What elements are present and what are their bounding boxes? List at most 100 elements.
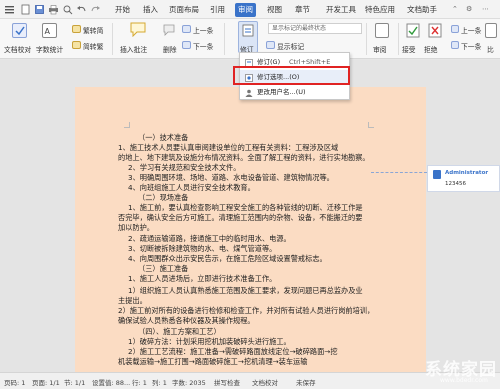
- menu-item-label: 修订(G): [257, 58, 281, 66]
- new-file-icon[interactable]: [20, 4, 31, 15]
- doc-line: （二）现场准备: [138, 193, 189, 202]
- preview-icon[interactable]: [62, 4, 73, 15]
- review-pane-icon: [375, 23, 389, 38]
- doc-proof-label: 文档校对: [4, 46, 32, 54]
- comment-text: 123456: [445, 181, 466, 187]
- status-col: 列: 1: [152, 379, 167, 387]
- undo-icon[interactable]: [76, 4, 87, 15]
- doc-line: 机装载运输→施工打围→路面破碎施工→挖机清理→装车运输: [118, 357, 308, 366]
- watermark-url: www.bdedr.com: [440, 377, 488, 384]
- trad-icon: [72, 25, 81, 33]
- comment-icon: [130, 22, 146, 38]
- tab-doc-assistant[interactable]: 文档助手: [404, 3, 440, 17]
- show-markup-label: 显示标记: [277, 43, 305, 51]
- ribbon-separator: [224, 23, 225, 55]
- doc-line: 4、向班组施工人员进行安全技术教育。: [128, 183, 255, 192]
- comment-balloon[interactable]: Administrator 123456: [427, 165, 500, 192]
- doc-line: 2）施工前对所有的设备进行检修和检查工作，并对所有试验人员进行岗前培训，: [118, 306, 375, 315]
- doc-line: 主提出。: [118, 296, 147, 305]
- prev-comment-icon: [182, 25, 191, 33]
- status-spell-check[interactable]: 拼写检查: [214, 377, 240, 387]
- prev-change-label: 上一条: [461, 27, 482, 35]
- next-comment-icon: [182, 41, 191, 49]
- tab-review[interactable]: 审阅: [235, 3, 256, 17]
- status-pages: 页面: 1/1: [32, 379, 60, 387]
- track-icon: [245, 58, 253, 67]
- status-words[interactable]: 字数: 2035: [172, 377, 206, 387]
- tab-features[interactable]: 特色应用: [362, 3, 398, 17]
- doc-line: 1）组织施工人员认真熟悉施工范围及施工要求，发现问题已再总监办及业: [128, 286, 363, 295]
- reject-label: 拒绝: [424, 46, 438, 54]
- word-count-label: 字数统计: [36, 46, 64, 54]
- tab-bar: 开始 插入 页面布局 引用 审阅 视图 章节 开发工具 特色应用 文档助手 ⌃ …: [0, 0, 500, 19]
- status-unsaved: 未保存: [296, 379, 316, 387]
- status-page: 页码: 1: [4, 379, 26, 387]
- crop-mark: [124, 122, 130, 128]
- menu-item-change-username[interactable]: 更改用户名...(U): [240, 85, 349, 99]
- doc-line: 确保试验人员熟悉各种仪器及其操作规程。: [118, 316, 255, 325]
- reject-icon: [428, 23, 442, 38]
- next-change-icon: [451, 41, 459, 49]
- doc-line: （四）、施工方案和工艺）: [138, 327, 221, 336]
- crop-mark: [368, 122, 374, 128]
- compare-label: 比: [487, 46, 494, 54]
- compare-icon: [485, 23, 497, 38]
- track-changes-icon: [242, 24, 254, 37]
- ribbon-separator: [398, 23, 399, 55]
- doc-line: 2、疏通运输道路，接通施工中的临时用水、电源。: [128, 234, 291, 243]
- settings-icon[interactable]: ⚙: [466, 5, 472, 13]
- doc-line: 1、施工人员进场后，立即进行技术准备工作。: [128, 274, 277, 283]
- review-pane-label: 审阅: [373, 46, 387, 54]
- doc-line: 1、施工前，要认真检查影响工程安全施工的各种管线的切断、迁移工作是: [128, 203, 363, 212]
- doc-line: 否完毕，确认安全后方可施工。清理施工范围内的杂物、设备，不能搬迁的要: [118, 213, 363, 222]
- comment-author: Administrator: [445, 170, 489, 176]
- doc-line: 的地上、地下建筑及设施分布情况资料。全面了解工程的资料，进行实地勘察。: [118, 153, 370, 162]
- tab-sections[interactable]: 章节: [292, 3, 313, 17]
- doc-proof-icon: [12, 23, 27, 38]
- save-icon[interactable]: [34, 4, 45, 15]
- delete-label: 删除: [163, 46, 177, 54]
- more-icon[interactable]: ⋯: [482, 5, 489, 13]
- simp-label: 简转繁: [83, 43, 104, 51]
- doc-line: （一）技术准备: [138, 133, 189, 142]
- accept-icon: [406, 23, 420, 38]
- highlight-box: [233, 66, 350, 85]
- word-count-icon: A: [42, 23, 57, 38]
- author-avatar-icon: [433, 170, 441, 179]
- doc-line: （三）施工准备: [138, 264, 189, 273]
- user-icon: [245, 88, 253, 97]
- next-change-label: 下一条: [461, 43, 482, 51]
- doc-line: 3、切断被拆除建筑物的水、电、煤气管道等。: [128, 244, 277, 253]
- menu-icon[interactable]: [4, 4, 15, 15]
- print-icon[interactable]: [48, 4, 59, 15]
- simp-icon: [72, 41, 81, 49]
- delete-comment-icon: [163, 24, 175, 36]
- prev-label: 上一条: [193, 27, 214, 35]
- doc-line: 1、施工技术人员要认真审阅建设单位的工程有关资料：工程涉及区域: [118, 143, 339, 152]
- status-settings: 设置值: 88...: [92, 379, 131, 387]
- tab-references[interactable]: 引用: [207, 3, 228, 17]
- status-section: 节: 1/1: [64, 379, 86, 387]
- tab-insert[interactable]: 插入: [140, 3, 161, 17]
- tab-page-layout[interactable]: 页面布局: [166, 3, 202, 17]
- svg-text:A: A: [45, 27, 51, 36]
- ribbon-separator: [366, 23, 367, 55]
- doc-line: 加以防护。: [118, 223, 154, 232]
- doc-line: 2、学习有关规范和安全技术文件。: [128, 163, 241, 172]
- insert-comment-label: 插入批注: [120, 46, 148, 54]
- collapse-ribbon-icon[interactable]: ⌃: [452, 5, 458, 13]
- trad-label: 繁转简: [83, 27, 104, 35]
- redo-icon[interactable]: [90, 4, 101, 15]
- doc-line: 2）施工工艺流程：施工准备→需破碎路面放线定位→破碎路面→挖: [128, 347, 338, 356]
- doc-line: 1）破碎方法：计划采用挖机加装破碎头进行施工。: [128, 337, 291, 346]
- status-row: 行: 1: [132, 379, 147, 387]
- accept-label: 接受: [402, 46, 416, 54]
- doc-line: 4、向周围群众出示安民告示，在施工危险区域设置警戒标志。: [128, 254, 327, 263]
- status-proof[interactable]: 文档校对: [252, 377, 278, 387]
- tab-developer[interactable]: 开发工具: [323, 3, 359, 17]
- doc-line: 3、明确周围环境、场地、道路、水电设备管道、建筑物情况等。: [128, 173, 334, 182]
- tab-home[interactable]: 开始: [112, 3, 133, 17]
- markup-view-select[interactable]: 显示标记的最终状态: [268, 23, 362, 34]
- next-label: 下一条: [193, 43, 214, 51]
- tab-view[interactable]: 视图: [264, 3, 285, 17]
